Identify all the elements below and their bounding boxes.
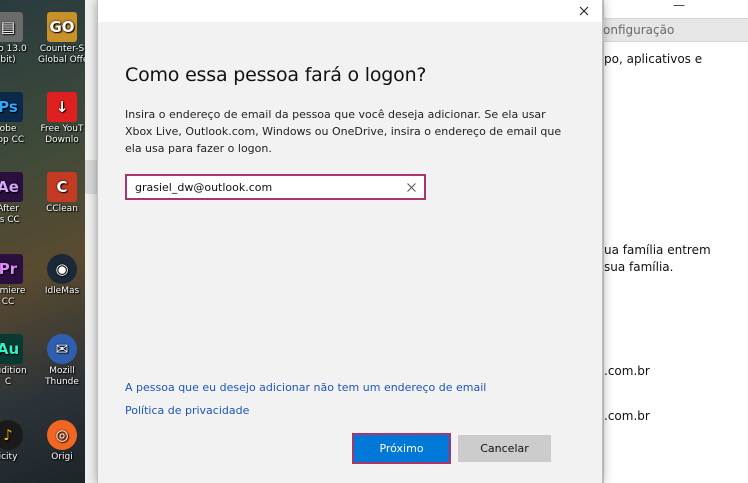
settings-text: ua família entrem <box>604 243 711 257</box>
close-button[interactable] <box>574 2 594 20</box>
counter-strike-icon: GO <box>47 12 77 42</box>
close-icon <box>579 6 589 16</box>
settings-text: .com.br <box>604 364 650 378</box>
settings-text: po, aplicativos e <box>604 52 703 66</box>
desktop-icon-after-effects[interactable]: Ae After ts CC <box>0 172 32 226</box>
desktop-icon-origin[interactable]: ◎ Origi <box>38 420 86 463</box>
settings-titlebar: — <box>604 0 748 18</box>
desktop-icon-thunderbird[interactable]: ✉ Mozill Thunde <box>38 334 86 388</box>
burner-icon: ▤ <box>0 12 23 42</box>
youtube-downloader-icon: ↓ <box>47 92 77 122</box>
next-button[interactable]: Próximo <box>352 433 451 464</box>
dialog-titlebar <box>98 0 602 22</box>
desktop: ▤ reo 13.0 bit) GO Counter-S Global Offe… <box>0 0 97 483</box>
photoshop-icon: Ps <box>0 92 23 122</box>
minimize-icon[interactable]: — <box>673 0 685 12</box>
dialog-title: Como essa pessoa fará o logon? <box>125 64 427 86</box>
settings-text: .com.br <box>604 409 650 423</box>
desktop-icon-audacity[interactable]: ♪ icity <box>0 420 32 463</box>
settings-text: sua família. <box>604 260 674 274</box>
privacy-policy-link[interactable]: Política de privacidade <box>125 404 249 417</box>
desktop-icon-audition[interactable]: Au Audition C <box>0 334 32 388</box>
audacity-icon: ♪ <box>0 420 23 450</box>
desktop-icon-idle-master[interactable]: ◉ IdleMas <box>38 254 86 297</box>
desktop-icon-burner[interactable]: ▤ reo 13.0 bit) <box>0 12 32 66</box>
dialog-description: Insira o endereço de email da pessoa que… <box>125 108 562 155</box>
premiere-icon: Pr <box>0 254 23 284</box>
audition-icon: Au <box>0 334 23 364</box>
email-field[interactable] <box>127 176 402 198</box>
clear-input-button[interactable] <box>404 180 418 194</box>
settings-window: — onfiguração po, aplicativos e ua famíl… <box>602 0 748 483</box>
add-account-dialog: Como essa pessoa fará o logon? Insira o … <box>97 0 603 483</box>
settings-nav-selected <box>85 160 97 194</box>
desktop-icon-photoshop[interactable]: Ps obe hop CC <box>0 92 32 146</box>
settings-search-input[interactable]: onfiguração <box>602 18 748 42</box>
desktop-icon-ccleaner[interactable]: C CClean <box>38 172 86 215</box>
desktop-icon-premiere[interactable]: Pr remiere CC <box>0 254 32 308</box>
after-effects-icon: Ae <box>0 172 23 202</box>
no-email-link[interactable]: A pessoa que eu desejo adicionar não tem… <box>125 381 486 394</box>
cancel-button[interactable]: Cancelar <box>458 435 551 462</box>
idle-master-icon: ◉ <box>47 254 77 284</box>
desktop-icon-youtube-downloader[interactable]: ↓ Free YouT Downlo <box>38 92 86 146</box>
clear-icon <box>406 182 416 192</box>
ccleaner-icon: C <box>47 172 77 202</box>
thunderbird-icon: ✉ <box>47 334 77 364</box>
settings-window-left-strip <box>85 0 97 483</box>
desktop-icon-counter-strike[interactable]: GO Counter-S Global Offe <box>38 12 86 66</box>
email-field-container <box>125 174 426 200</box>
origin-icon: ◎ <box>47 420 77 450</box>
